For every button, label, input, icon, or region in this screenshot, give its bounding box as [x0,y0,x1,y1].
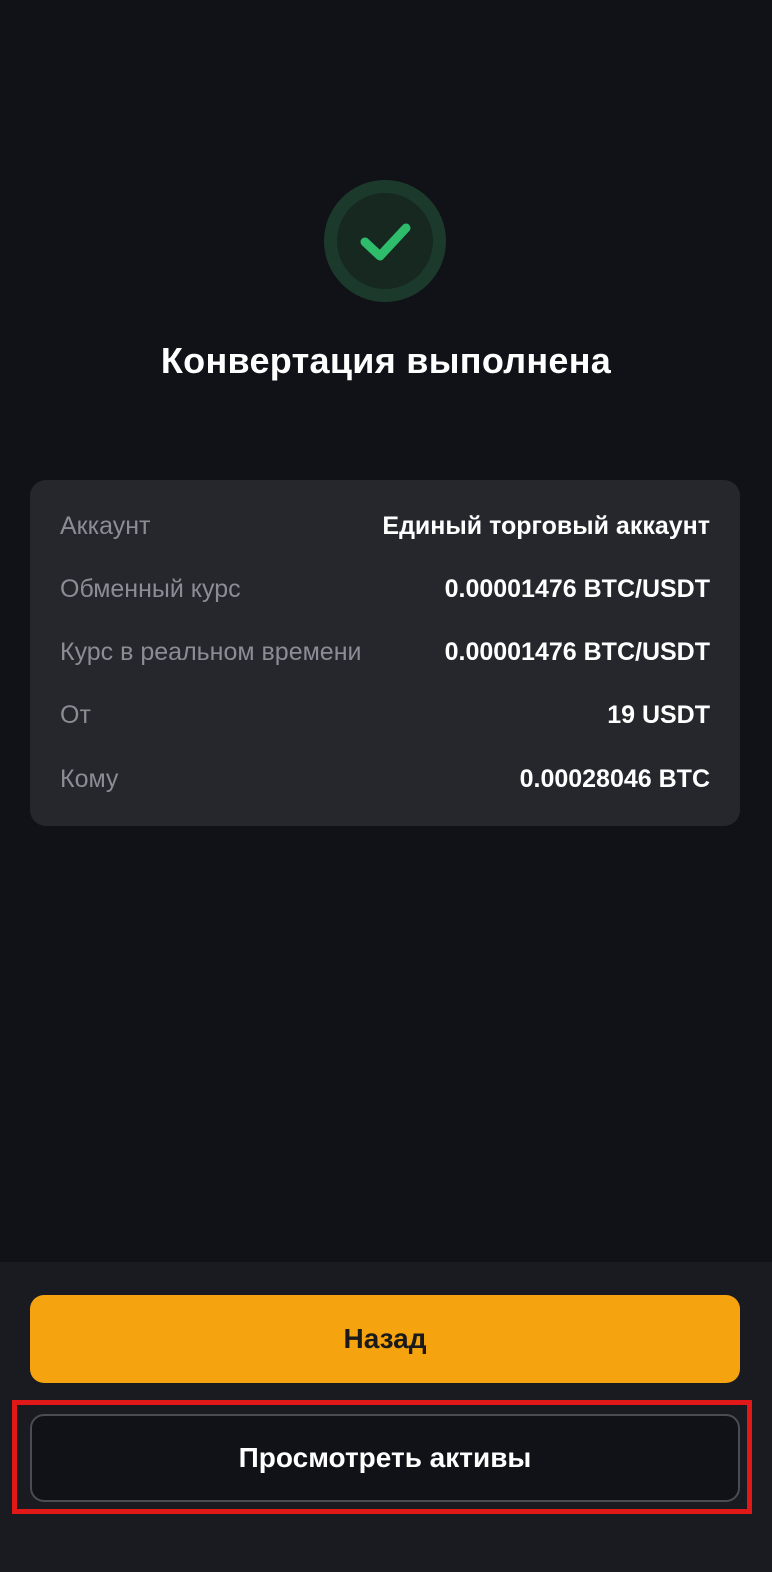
detail-value: Единый торговый аккаунт [382,511,710,540]
detail-value: 0.00028046 BTC [519,764,710,793]
page-title: Конвертация выполнена [160,340,612,381]
conversion-details-card: Аккаунт Единый торговый аккаунт Обменный… [30,480,740,826]
detail-label: Обменный курс [60,574,241,603]
detail-row-account: Аккаунт Единый торговый аккаунт [60,506,710,546]
detail-label: Кому [60,764,119,793]
detail-row-from: От 19 USDT [60,695,710,735]
detail-value: 19 USDT [607,700,710,729]
back-button[interactable]: Назад [30,1295,740,1383]
check-icon [360,223,411,261]
success-badge [324,180,446,302]
detail-row-exchange-rate: Обменный курс 0.00001476 BTC/USDT [60,569,710,609]
detail-label: Аккаунт [60,511,151,540]
detail-row-to: Кому 0.00028046 BTC [60,759,710,799]
success-badge-inner [337,193,433,289]
conversion-success-screen: Конвертация выполнена Аккаунт Единый тор… [0,0,772,1572]
detail-value: 0.00001476 BTC/USDT [444,637,710,666]
view-assets-button[interactable]: Просмотреть активы [30,1414,740,1502]
detail-label: Курс в реальном времени [60,637,362,666]
detail-label: От [60,700,91,729]
detail-row-realtime-rate: Курс в реальном времени 0.00001476 BTC/U… [60,632,710,672]
detail-value: 0.00001476 BTC/USDT [444,574,710,603]
